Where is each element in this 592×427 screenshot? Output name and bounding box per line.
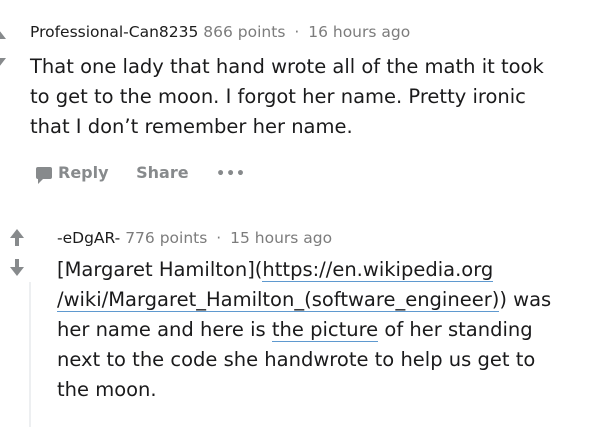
comment-body-line: her name and here is the picture of her … [57,315,582,345]
comment-meta: -eDgAR- 776 points · 15 hours ago [57,229,332,247]
comment-bubble-icon [36,167,52,184]
comment-professional-can8235: Professional-Can8235 866 points · 16 hou… [0,0,592,200]
comment-body-line: that I don’t remember her name. [30,115,353,138]
comment-body-line: [Margaret Hamilton](https://en.wikipedia… [57,255,582,285]
comment-author[interactable]: -eDgAR- [57,229,120,247]
comment-body-line: /wiki/Margaret_Hamilton_(software_engine… [57,285,582,315]
comment-points: 866 points [203,23,286,41]
body-text-segment: her name and here is [57,318,272,341]
downvote-arrow-icon[interactable] [10,267,24,276]
meta-separator: · [216,229,222,247]
link-markdown-text: [Margaret Hamilton]( [57,258,263,281]
reply-label: Reply [58,163,109,182]
comment-edgar: -eDgAR- 776 points · 15 hours ago [Marga… [0,212,592,427]
comment-timestamp[interactable]: 15 hours ago [230,229,332,247]
thread-line[interactable] [29,282,31,427]
wikipedia-link-path[interactable]: /wiki/Margaret_Hamilton_(software_engine… [57,288,500,312]
upvote-arrow-stem [15,238,19,246]
downvote-arrow-icon[interactable] [0,58,6,67]
picture-link[interactable]: the picture [271,318,379,342]
comment-timestamp[interactable]: 16 hours ago [308,23,410,41]
body-text-segment: of her standing [378,318,533,341]
downvote-arrow-stem [15,259,19,267]
comment-body: [Margaret Hamilton](https://en.wikipedia… [57,255,582,405]
link-markdown-text: ) was [499,288,552,311]
meta-separator: · [294,23,300,41]
upvote-arrow-icon[interactable] [0,30,6,39]
reply-button[interactable]: Reply [36,163,109,184]
share-button[interactable]: Share [136,163,188,182]
upvote-arrow-icon[interactable] [10,229,24,238]
wikipedia-link[interactable]: https://en.wikipedia.org [262,258,494,282]
comment-body-line: next to the code she handwrote to help u… [57,348,536,371]
comment-actions: Reply Share ••• [36,163,268,184]
comment-points: 776 points [125,229,208,247]
comment-body-line: to get to the moon. I forgot her name. P… [30,85,526,108]
comment-body-line: That one lady that hand wrote all of the… [30,55,544,78]
comment-body-line: the moon. [57,378,157,401]
comment-author[interactable]: Professional-Can8235 [30,23,198,41]
comment-meta: Professional-Can8235 866 points · 16 hou… [30,23,410,41]
more-options-button[interactable]: ••• [216,166,246,182]
comment-body: That one lady that hand wrote all of the… [30,52,575,142]
